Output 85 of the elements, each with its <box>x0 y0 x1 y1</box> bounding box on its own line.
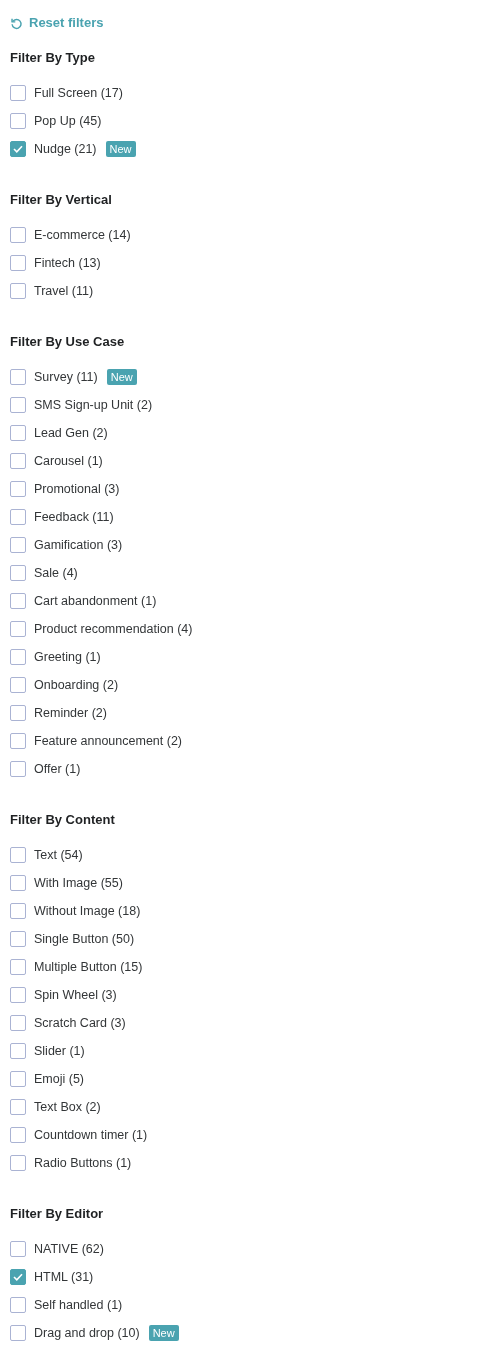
section-heading: Filter By Use Case <box>10 333 126 351</box>
checkbox[interactable] <box>10 593 26 609</box>
check-icon <box>13 1273 23 1281</box>
checkbox[interactable] <box>10 705 26 721</box>
checkbox[interactable] <box>10 141 26 157</box>
checkbox[interactable] <box>10 509 26 525</box>
option-label[interactable]: Text Box (2) <box>34 1097 101 1117</box>
option-label[interactable]: Self handled (1) <box>34 1295 123 1315</box>
checkbox[interactable] <box>10 931 26 947</box>
option-label[interactable]: Pop Up (45) <box>34 111 102 131</box>
option-label[interactable]: Single Button (50) <box>34 929 135 949</box>
checkbox[interactable] <box>10 875 26 891</box>
checkbox[interactable] <box>10 1127 26 1143</box>
checkbox[interactable] <box>10 761 26 777</box>
option-label[interactable]: Lead Gen (2) <box>34 423 108 443</box>
option-label[interactable]: Reminder (2) <box>34 703 107 723</box>
option-label[interactable]: Multiple Button (15) <box>34 957 143 977</box>
section-heading: Filter By Type <box>10 49 96 67</box>
option-label[interactable]: Carousel (1) <box>34 451 103 471</box>
option-label[interactable]: Survey (11) <box>34 367 98 387</box>
checkbox[interactable] <box>10 1269 26 1285</box>
option-label[interactable]: Full Screen (17) <box>34 83 123 103</box>
checkbox[interactable] <box>10 425 26 441</box>
new-badge: New <box>148 1325 179 1341</box>
section-heading: Filter By Editor <box>10 1205 105 1223</box>
checkbox[interactable] <box>10 1297 26 1313</box>
option-label[interactable]: Greeting (1) <box>34 647 101 667</box>
checkbox[interactable] <box>10 283 26 299</box>
checkbox[interactable] <box>10 255 26 271</box>
checkbox[interactable] <box>10 227 26 243</box>
checkbox[interactable] <box>10 113 26 129</box>
checkbox[interactable] <box>10 1043 26 1059</box>
checkbox[interactable] <box>10 1071 26 1087</box>
option-label[interactable]: HTML (31) <box>34 1267 94 1287</box>
checkbox[interactable] <box>10 397 26 413</box>
checkbox[interactable] <box>10 1325 26 1341</box>
checkbox[interactable] <box>10 621 26 637</box>
option-label[interactable]: NATIVE (62) <box>34 1239 104 1259</box>
option-label[interactable]: Travel (11) <box>34 281 94 301</box>
option-label[interactable]: Drag and drop (10) <box>34 1323 140 1343</box>
checkbox[interactable] <box>10 1099 26 1115</box>
checkbox[interactable] <box>10 1015 26 1031</box>
checkbox[interactable] <box>10 369 26 385</box>
option-label[interactable]: Sale (4) <box>34 563 78 583</box>
checkbox[interactable] <box>10 903 26 919</box>
checkbox[interactable] <box>10 565 26 581</box>
option-label[interactable]: Product recommendation (4) <box>34 619 193 639</box>
option-label[interactable]: Radio Buttons (1) <box>34 1153 132 1173</box>
section-heading: Filter By Vertical <box>10 191 113 209</box>
option-label[interactable]: Slider (1) <box>34 1041 85 1061</box>
option-label[interactable]: Fintech (13) <box>34 253 101 273</box>
option-label[interactable]: Spin Wheel (3) <box>34 985 117 1005</box>
option-label[interactable]: Onboarding (2) <box>34 675 119 695</box>
option-label[interactable]: E-commerce (14) <box>34 225 131 245</box>
reset-icon <box>10 16 23 30</box>
option-label[interactable]: Cart abandonment (1) <box>34 591 157 611</box>
option-label[interactable]: Offer (1) <box>34 759 81 779</box>
option-label[interactable]: Text (54) <box>34 845 83 865</box>
checkbox[interactable] <box>10 959 26 975</box>
checkbox[interactable] <box>10 85 26 101</box>
checkbox[interactable] <box>10 733 26 749</box>
checkbox[interactable] <box>10 847 26 863</box>
new-badge: New <box>106 369 137 385</box>
section-heading: Filter By Content <box>10 811 116 829</box>
new-badge: New <box>105 141 136 157</box>
checkbox[interactable] <box>10 677 26 693</box>
option-label[interactable]: With Image (55) <box>34 873 123 893</box>
option-label[interactable]: Promotional (3) <box>34 479 120 499</box>
option-label[interactable]: Emoji (5) <box>34 1069 84 1089</box>
option-label[interactable]: Nudge (21) <box>34 139 97 159</box>
checkbox[interactable] <box>10 987 26 1003</box>
option-label[interactable]: Feature announcement (2) <box>34 731 182 751</box>
option-label[interactable]: SMS Sign-up Unit (2) <box>34 395 153 415</box>
checkbox[interactable] <box>10 1155 26 1171</box>
check-icon <box>13 145 23 153</box>
option-label[interactable]: Scratch Card (3) <box>34 1013 126 1033</box>
option-label[interactable]: Feedback (11) <box>34 507 114 527</box>
option-label[interactable]: Countdown timer (1) <box>34 1125 148 1145</box>
checkbox[interactable] <box>10 453 26 469</box>
option-label[interactable]: Gamification (3) <box>34 535 123 555</box>
option-label[interactable]: Without Image (18) <box>34 901 141 921</box>
checkbox[interactable] <box>10 481 26 497</box>
checkbox[interactable] <box>10 1241 26 1257</box>
checkbox[interactable] <box>10 649 26 665</box>
checkbox[interactable] <box>10 537 26 553</box>
